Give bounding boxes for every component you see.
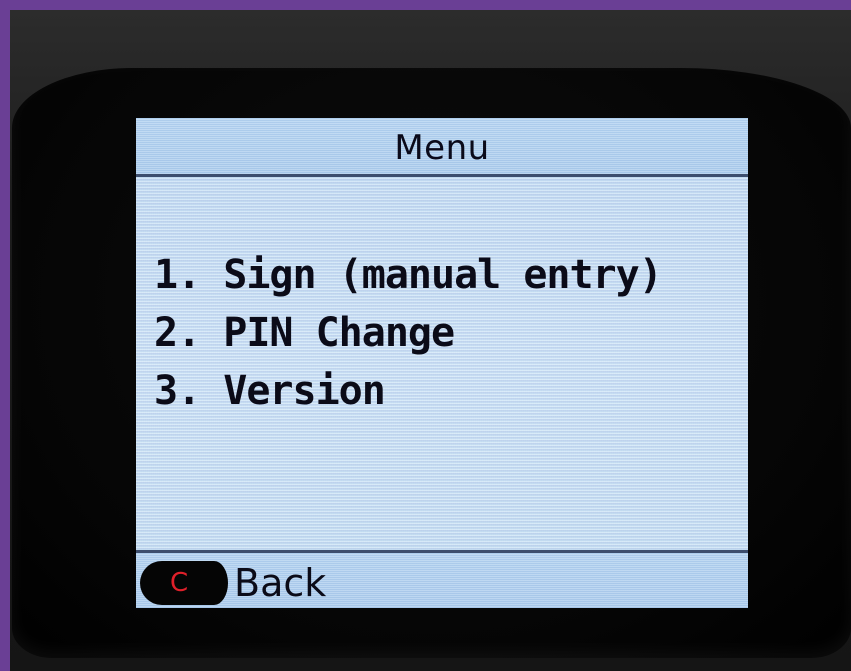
back-button[interactable]: C Back	[140, 561, 326, 605]
softkey-bar: C Back	[136, 550, 748, 608]
menu-item-version[interactable]: 3. Version	[154, 362, 662, 420]
lcd-screen: Menu 1. Sign (manual entry) 2. PIN Chang…	[136, 118, 748, 608]
menu-list: 1. Sign (manual entry) 2. PIN Change 3. …	[154, 246, 663, 420]
menu-item-sign-manual-entry[interactable]: 1. Sign (manual entry)	[154, 246, 663, 304]
back-key-glyph: C	[170, 568, 189, 598]
title-bar: Menu	[136, 118, 748, 177]
red-c-key-icon: C	[140, 561, 228, 605]
page-title: Menu	[394, 128, 490, 168]
device-photo: Menu 1. Sign (manual entry) 2. PIN Chang…	[10, 10, 851, 671]
back-label: Back	[234, 561, 327, 605]
menu-item-pin-change[interactable]: 2. PIN Change	[154, 304, 662, 362]
